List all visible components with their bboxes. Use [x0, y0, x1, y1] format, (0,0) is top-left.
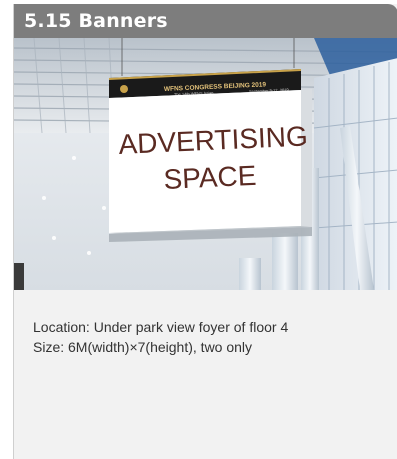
- banner-photo: WFNS CONGRESS BEIJING 2019 The 14th WFNS…: [14, 38, 397, 290]
- banner-description: Location: Under park view foyer of floor…: [33, 317, 393, 357]
- venue-photo-illustration: WFNS CONGRESS BEIJING 2019 The 14th WFNS…: [14, 38, 397, 290]
- banner-card: 5.15 Banners WFNS CONGRESS BEIJING 2019 …: [13, 4, 397, 459]
- location-text: Location: Under park view foyer of floor…: [33, 319, 289, 335]
- card-title: 5.15 Banners: [24, 10, 168, 32]
- banner-main-line2: SPACE: [163, 160, 257, 195]
- card-header: 5.15 Banners: [14, 4, 397, 38]
- size-text: Size: 6M(width)×7(height), two only: [33, 339, 253, 355]
- congress-logo-icon: [120, 85, 128, 93]
